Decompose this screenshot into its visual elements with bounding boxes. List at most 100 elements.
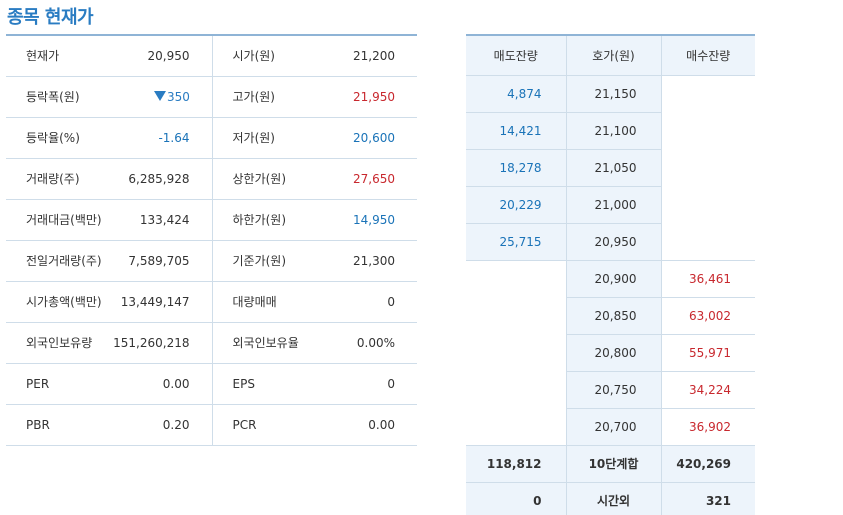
value-volume: 6,285,928 (110, 158, 212, 200)
after-hours-row: 0 시간외 321 (466, 482, 755, 515)
label-lower-limit: 하한가(원) (211, 199, 314, 241)
table-row: 등락폭(원) 350 고가(원) 21,950 (6, 76, 417, 118)
bid-row: 20,900 36,461 (466, 259, 755, 298)
label-change: 등락폭(원) (6, 76, 110, 118)
order-book-header: 매도잔량 호가(원) 매수잔량 (466, 35, 755, 76)
table-row: 등락율(%) -1.64 저가(원) 20,600 (6, 117, 417, 159)
value-block-trade: 0 (314, 281, 417, 323)
table-row: PER 0.00 EPS 0 (6, 363, 417, 405)
empty-cell (466, 334, 566, 371)
value-high-price: 21,950 (314, 76, 417, 118)
bid-price: 20,750 (565, 371, 662, 409)
arrow-down-icon (154, 90, 166, 101)
empty-cell (466, 371, 566, 408)
label-pcr: PCR (211, 404, 314, 446)
label-current-price: 현재가 (6, 35, 110, 77)
empty-cell (466, 297, 566, 334)
ask-row: 20,229 21,000 (466, 186, 755, 224)
bid-row: 20,700 36,902 (466, 408, 755, 446)
bid-row: 20,800 55,971 (466, 334, 755, 372)
page-title: 종목 현재가 (7, 7, 94, 28)
label-eps: EPS (211, 363, 314, 405)
table-row: 전일거래량(주) 7,589,705 기준가(원) 21,300 (6, 240, 417, 282)
label-per: PER (6, 363, 110, 405)
value-change: 350 (110, 76, 212, 118)
header-ask-qty: 매도잔량 (466, 35, 567, 76)
value-current-price: 20,950 (110, 35, 212, 77)
after-hours-ask-qty: 0 (466, 482, 566, 515)
bid-price: 20,700 (565, 408, 662, 446)
label-high-price: 고가(원) (211, 76, 314, 118)
ask-qty: 20,229 (466, 186, 566, 224)
ask-price: 21,000 (565, 186, 662, 224)
ask-price: 21,150 (565, 75, 662, 113)
empty-cell (661, 223, 755, 260)
ask-price: 21,050 (565, 149, 662, 187)
value-low-price: 20,600 (314, 117, 417, 159)
value-foreign-holdings: 151,260,218 (110, 322, 212, 364)
empty-cell (661, 186, 755, 223)
label-foreign-holdings: 외국인보유량 (6, 322, 110, 364)
bid-row: 20,750 34,224 (466, 371, 755, 409)
bid-row: 20,850 63,002 (466, 297, 755, 335)
bid-price: 20,850 (565, 297, 662, 335)
table-row: 거래대금(백만) 133,424 하한가(원) 14,950 (6, 199, 417, 241)
empty-cell (661, 112, 755, 149)
ask-row: 25,715 20,950 (466, 223, 755, 261)
label-low-price: 저가(원) (211, 117, 314, 159)
ask-qty: 18,278 (466, 149, 566, 187)
bid-qty: 63,002 (661, 297, 755, 335)
table-row: PBR 0.20 PCR 0.00 (6, 404, 417, 446)
total-bid-qty: 420,269 (661, 444, 755, 483)
label-change-rate: 등락율(%) (6, 117, 110, 159)
value-per: 0.00 (110, 363, 212, 405)
header-bid-qty: 매수잔량 (661, 35, 755, 76)
empty-cell (661, 75, 755, 112)
label-foreign-ratio: 외국인보유율 (211, 322, 314, 364)
value-open-price: 21,200 (314, 35, 417, 77)
label-upper-limit: 상한가(원) (211, 158, 314, 200)
label-block-trade: 대량매매 (211, 281, 314, 323)
value-upper-limit: 27,650 (314, 158, 417, 200)
label-open-price: 시가(원) (211, 35, 314, 77)
ask-qty: 4,874 (466, 75, 566, 113)
value-lower-limit: 14,950 (314, 199, 417, 241)
empty-cell (466, 259, 566, 297)
value-base-price: 21,300 (314, 240, 417, 282)
value-prev-volume: 7,589,705 (110, 240, 212, 282)
ask-qty: 14,421 (466, 112, 566, 150)
value-eps: 0 (314, 363, 417, 405)
ask-price: 20,950 (565, 223, 662, 261)
value-pbr: 0.20 (110, 404, 212, 446)
bid-qty: 36,461 (661, 259, 755, 298)
value-trade-value: 133,424 (110, 199, 212, 241)
label-volume: 거래량(주) (6, 158, 110, 200)
table-row: 거래량(주) 6,285,928 상한가(원) 27,650 (6, 158, 417, 200)
bid-qty: 36,902 (661, 408, 755, 446)
ask-qty: 25,715 (466, 223, 566, 261)
ask-row: 4,874 21,150 (466, 75, 755, 113)
total-label: 10단계합 (565, 444, 662, 483)
order-book-table: 매도잔량 호가(원) 매수잔량 4,874 21,150 14,421 21,1… (466, 34, 755, 515)
table-row: 현재가 20,950 시가(원) 21,200 (6, 35, 417, 77)
value-pcr: 0.00 (314, 404, 417, 446)
ask-row: 18,278 21,050 (466, 149, 755, 187)
bid-price: 20,800 (565, 334, 662, 372)
empty-cell (466, 408, 566, 445)
bid-qty: 34,224 (661, 371, 755, 409)
label-prev-volume: 전일거래량(주) (6, 240, 110, 282)
after-hours-label: 시간외 (565, 482, 662, 515)
stock-summary-table: 현재가 20,950 시가(원) 21,200 등락폭(원) 350 고가(원)… (6, 34, 417, 446)
value-market-cap: 13,449,147 (110, 281, 212, 323)
after-hours-bid-qty: 321 (661, 482, 755, 515)
ask-price: 21,100 (565, 112, 662, 150)
label-trade-value: 거래대금(백만) (6, 199, 110, 241)
label-market-cap: 시가총액(백만) (6, 281, 110, 323)
value-foreign-ratio: 0.00% (314, 322, 417, 364)
bid-price: 20,900 (565, 259, 662, 298)
header-price: 호가(원) (566, 35, 662, 76)
empty-cell (661, 149, 755, 186)
total-row: 118,812 10단계합 420,269 (466, 444, 755, 483)
table-row: 외국인보유량 151,260,218 외국인보유율 0.00% (6, 322, 417, 364)
label-base-price: 기준가(원) (211, 240, 314, 282)
